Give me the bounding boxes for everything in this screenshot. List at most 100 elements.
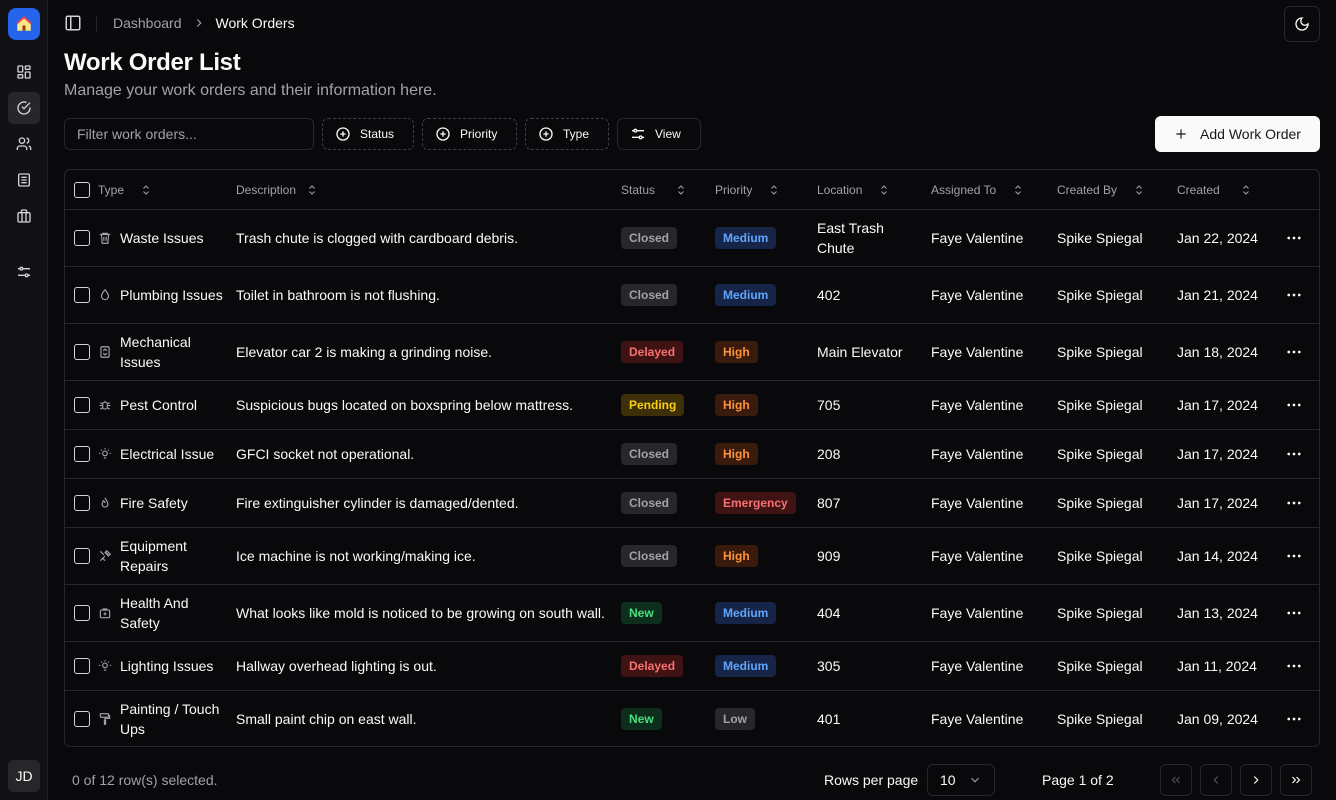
home-logo-icon[interactable] [8, 8, 40, 40]
sort-icon [1240, 184, 1252, 196]
status-cell: Closed [621, 528, 678, 584]
created-cell: Jan 09, 2024 [1177, 711, 1258, 727]
status-cell: Closed [621, 267, 678, 323]
row-actions-cell [1285, 528, 1303, 584]
more-horizontal-icon[interactable] [1285, 657, 1303, 675]
chevrons-right-icon [1292, 776, 1301, 784]
column-created[interactable]: Created [1177, 170, 1252, 210]
description-cell: Toilet in bathroom is not flushing. [236, 287, 440, 303]
location-cell: 402 [817, 287, 841, 303]
next-page-button[interactable] [1240, 764, 1272, 796]
theme-toggle-button[interactable] [1284, 6, 1320, 42]
row-checkbox-cell [74, 642, 90, 690]
work-orders-table: Type Description Status Priority Locatio… [64, 169, 1320, 747]
status-filter-button[interactable]: Status [322, 118, 414, 150]
type-cell: Health And Safety [98, 585, 228, 641]
type-filter-button[interactable]: Type [525, 118, 609, 150]
column-location[interactable]: Location [817, 170, 890, 210]
column-type[interactable]: Type [98, 170, 152, 210]
priority-cell: Medium [715, 642, 777, 690]
type-cell: Mechanical Issues [98, 324, 228, 380]
type-cell: Equipment Repairs [98, 528, 228, 584]
priority-filter-button[interactable]: Priority [422, 118, 517, 150]
more-horizontal-icon[interactable] [1285, 445, 1303, 463]
avatar[interactable]: JD [8, 760, 40, 792]
add-work-order-button[interactable]: Add Work Order [1155, 116, 1320, 152]
row-checkbox[interactable] [74, 287, 90, 303]
row-checkbox[interactable] [74, 658, 90, 674]
priority-badge: Medium [715, 284, 777, 306]
type-cell: Plumbing Issues [98, 267, 228, 323]
row-checkbox[interactable] [74, 495, 90, 511]
breadcrumb-current: Work Orders [215, 15, 295, 31]
column-priority[interactable]: Priority [715, 170, 780, 210]
more-horizontal-icon[interactable] [1285, 229, 1303, 247]
elevator-icon [98, 345, 112, 359]
status-badge: Delayed [621, 341, 684, 363]
column-description[interactable]: Description [236, 170, 318, 210]
circle-check-icon[interactable] [8, 92, 40, 124]
building-icon[interactable] [8, 164, 40, 196]
row-checkbox[interactable] [74, 605, 90, 621]
previous-page-button[interactable] [1200, 764, 1232, 796]
avatar-initials: JD [15, 768, 33, 784]
table-row[interactable]: Equipment Repairs Ice machine is not work… [65, 528, 1319, 585]
more-horizontal-icon[interactable] [1285, 547, 1303, 565]
row-checkbox-cell [74, 528, 90, 584]
more-horizontal-icon[interactable] [1285, 343, 1303, 361]
sidebar-toggle-icon[interactable] [64, 14, 84, 34]
table-row[interactable]: Pest Control Suspicious bugs located on b… [65, 381, 1319, 430]
more-horizontal-icon[interactable] [1285, 604, 1303, 622]
page-title: Work Order List [64, 49, 241, 76]
created-cell: Jan 17, 2024 [1177, 397, 1258, 413]
filter-input[interactable]: Filter work orders... [64, 118, 314, 150]
row-checkbox[interactable] [74, 446, 90, 462]
table-row[interactable]: Mechanical Issues Elevator car 2 is makin… [65, 324, 1319, 381]
briefcase-icon[interactable] [8, 200, 40, 232]
view-options-button[interactable]: View [617, 118, 701, 150]
divider [96, 16, 97, 32]
more-horizontal-icon[interactable] [1285, 494, 1303, 512]
table-row[interactable]: Waste Issues Trash chute is clogged with … [65, 210, 1319, 267]
first-page-button[interactable] [1160, 764, 1192, 796]
column-status[interactable]: Status [621, 170, 687, 210]
more-horizontal-icon[interactable] [1285, 396, 1303, 414]
column-created-by[interactable]: Created By [1057, 170, 1145, 210]
users-icon[interactable] [8, 128, 40, 160]
created-cell: Jan 17, 2024 [1177, 446, 1258, 462]
status-badge: Delayed [621, 655, 684, 677]
table-row[interactable]: Health And Safety What looks like mold is… [65, 585, 1319, 642]
rows-per-page-select[interactable]: 10 [927, 764, 995, 796]
row-checkbox[interactable] [74, 230, 90, 246]
sliders-icon[interactable] [8, 256, 40, 288]
plus-circle-icon [336, 127, 350, 141]
row-checkbox[interactable] [74, 548, 90, 564]
table-row[interactable]: Fire Safety Fire extinguisher cylinder is… [65, 479, 1319, 528]
description-cell: What looks like mold is noticed to be gr… [236, 605, 605, 621]
chevron-down-icon [971, 777, 979, 783]
assigned-to-cell: Faye Valentine [931, 658, 1024, 674]
more-horizontal-icon[interactable] [1285, 710, 1303, 728]
more-horizontal-icon[interactable] [1285, 286, 1303, 304]
row-checkbox[interactable] [74, 397, 90, 413]
breadcrumb-dashboard[interactable]: Dashboard [113, 15, 182, 31]
view-label: View [655, 127, 681, 141]
created-by-cell: Spike Spiegal [1057, 446, 1143, 462]
row-checkbox[interactable] [74, 344, 90, 360]
select-all-checkbox[interactable] [74, 182, 90, 198]
table-row[interactable]: Painting / Touch Ups Small paint chip on … [65, 691, 1319, 746]
table-row[interactable]: Plumbing Issues Toilet in bathroom is not… [65, 267, 1319, 324]
priority-badge: Medium [715, 227, 777, 249]
dashboard-icon[interactable] [8, 56, 40, 88]
row-checkbox[interactable] [74, 711, 90, 727]
row-checkbox-cell [74, 210, 90, 266]
created-cell: Jan 17, 2024 [1177, 495, 1258, 511]
priority-cell: Emergency [715, 479, 796, 527]
status-cell: Closed [621, 479, 678, 527]
last-page-button[interactable] [1280, 764, 1312, 796]
column-assigned-to[interactable]: Assigned To [931, 170, 1024, 210]
table-row[interactable]: Electrical Issue GFCI socket not operatio… [65, 430, 1319, 479]
table-row[interactable]: Lighting Issues Hallway overhead lighting… [65, 642, 1319, 691]
select-all-checkbox-cell [74, 170, 90, 210]
assigned-to-cell: Faye Valentine [931, 711, 1024, 727]
